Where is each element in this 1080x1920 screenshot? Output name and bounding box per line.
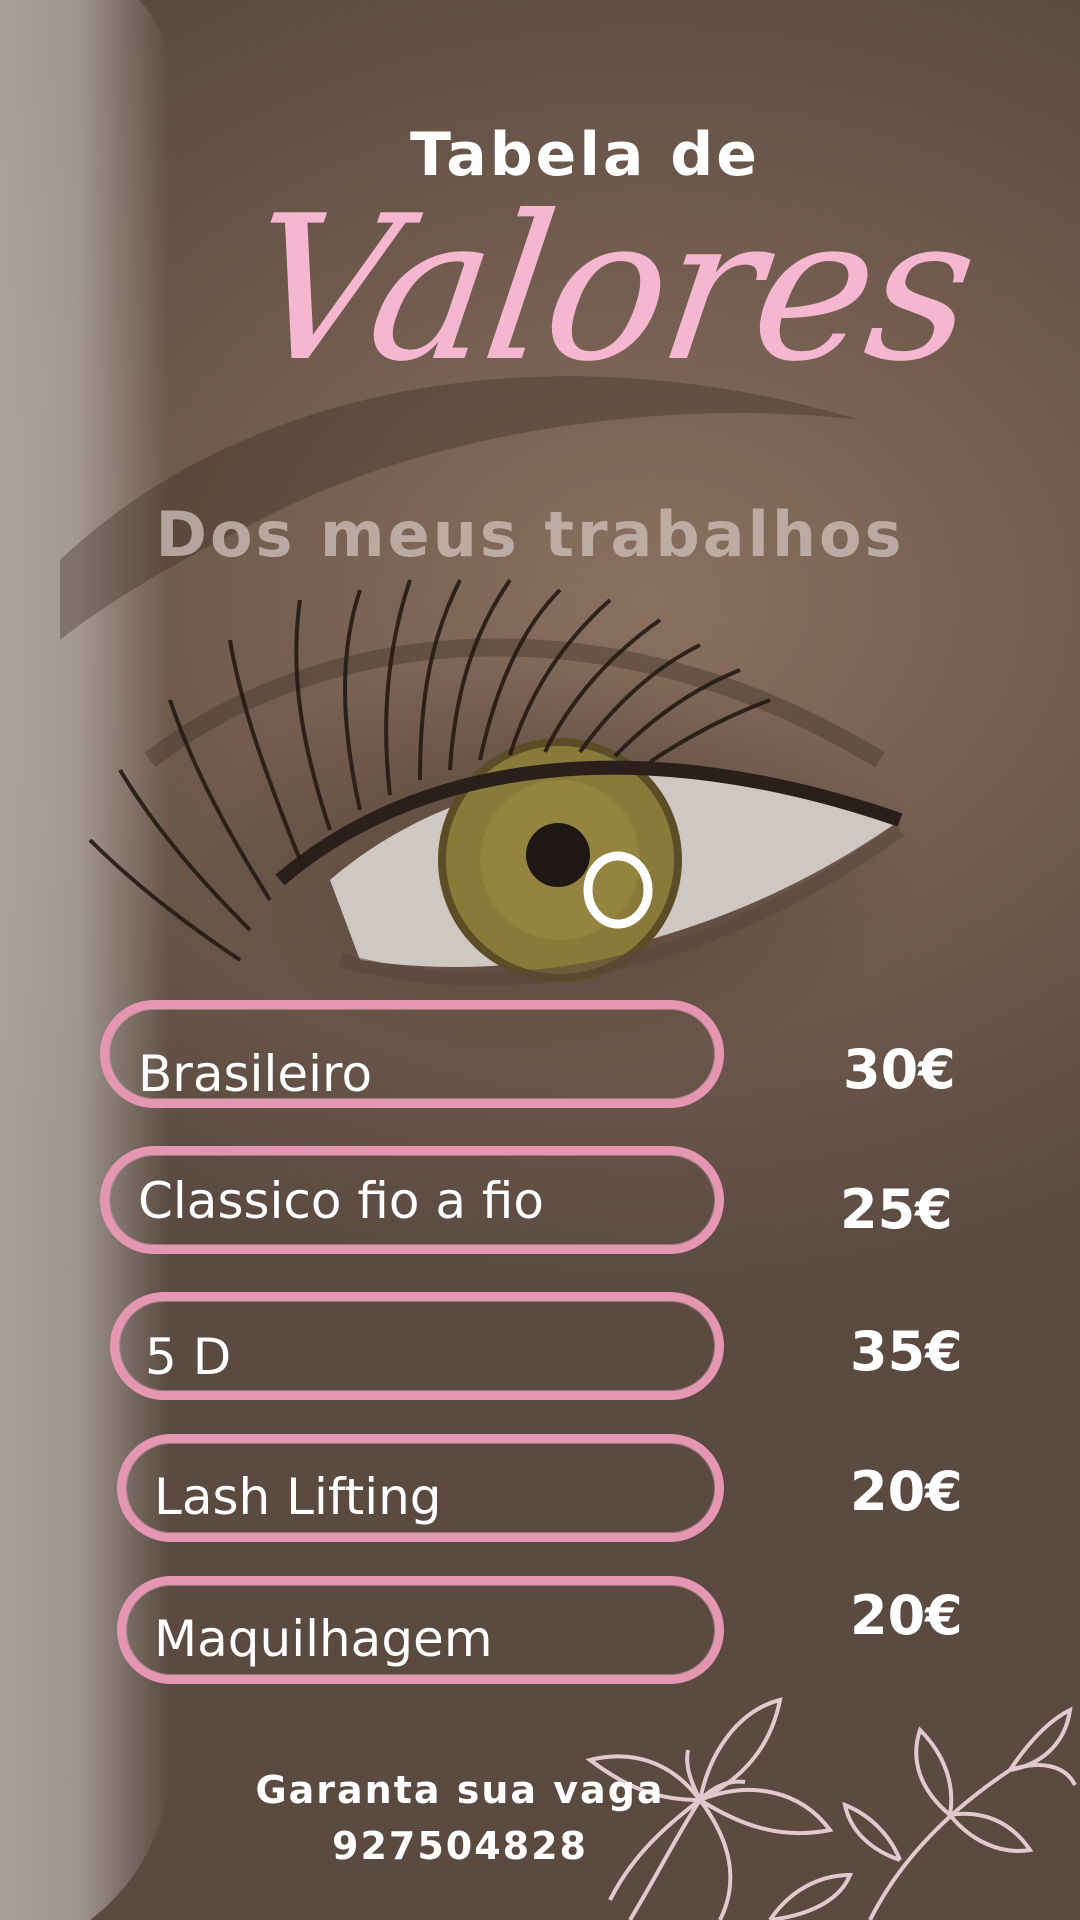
service-price: 30€	[843, 1038, 956, 1101]
script-title: Valores	[234, 173, 986, 406]
cta-text: Garanta sua vaga	[255, 1768, 665, 1812]
service-price: 20€	[850, 1584, 963, 1647]
subtitle: Dos meus trabalhos	[155, 498, 905, 571]
service-price: 20€	[850, 1460, 963, 1523]
service-price: 25€	[840, 1178, 953, 1241]
service-label: Brasileiro	[138, 1045, 373, 1103]
phone-number: 927504828	[332, 1824, 588, 1868]
service-label: 5 D	[145, 1328, 232, 1386]
service-label: Lash Lifting	[154, 1468, 442, 1526]
service-price: 35€	[850, 1320, 963, 1383]
service-label: Maquilhagem	[154, 1610, 493, 1668]
service-label: Classico fio a fio	[138, 1172, 545, 1230]
price-table-poster: Tabela de Valores Dos meus trabalhos Bra…	[0, 0, 1080, 1920]
